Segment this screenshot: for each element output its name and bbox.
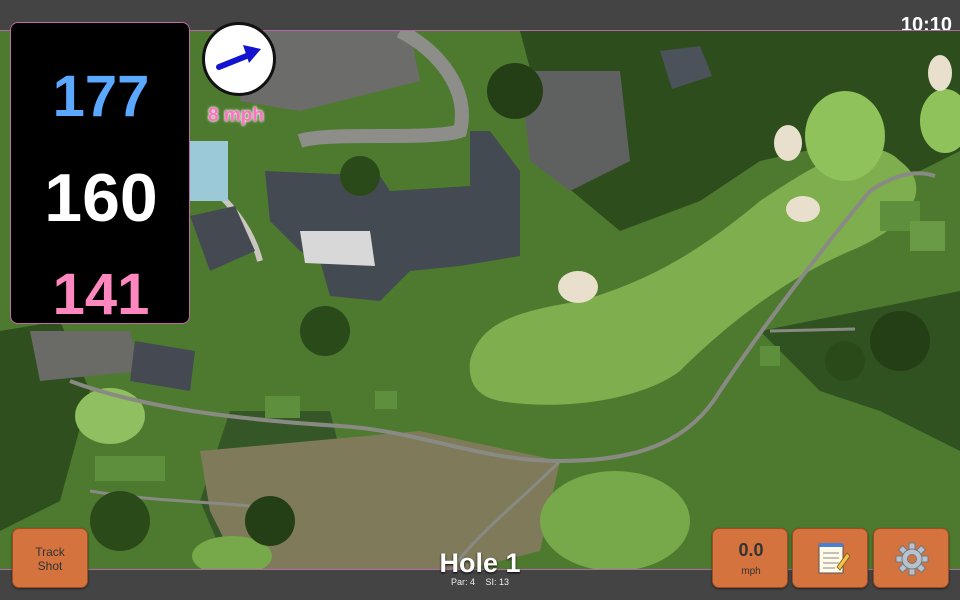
speed-button[interactable]: 0.0 mph (712, 528, 788, 588)
hole-info: Par: 4 SI: 13 (380, 577, 580, 587)
notepad-icon (818, 543, 851, 574)
arrow-icon (216, 45, 261, 70)
wind-indicator[interactable] (202, 22, 276, 96)
speed-value: 0.0 (738, 540, 764, 560)
notes-button[interactable] (792, 528, 868, 588)
distance-panel: 177 160 141 (10, 22, 190, 327)
stroke-index-label: SI: 13 (485, 577, 510, 587)
wind-speed-label: 8 mph (208, 105, 264, 126)
front-distance: 141 (52, 262, 150, 327)
settings-button[interactable] (873, 528, 949, 588)
track-shot-label-line1: Track (35, 545, 65, 559)
hole-title: Hole 1 (439, 548, 521, 578)
back-distance: 177 (52, 64, 150, 129)
middle-distance: 160 (44, 160, 158, 236)
speed-unit: mph (741, 566, 761, 577)
track-shot-button[interactable]: Track Shot (12, 528, 88, 588)
track-shot-label-line2: Shot (37, 559, 63, 573)
par-label: Par: 4 (450, 577, 475, 587)
golf-gps-app: 10:10 177 160 141 8 mph Track Shot Hole … (0, 0, 960, 600)
gear-icon (895, 542, 929, 576)
